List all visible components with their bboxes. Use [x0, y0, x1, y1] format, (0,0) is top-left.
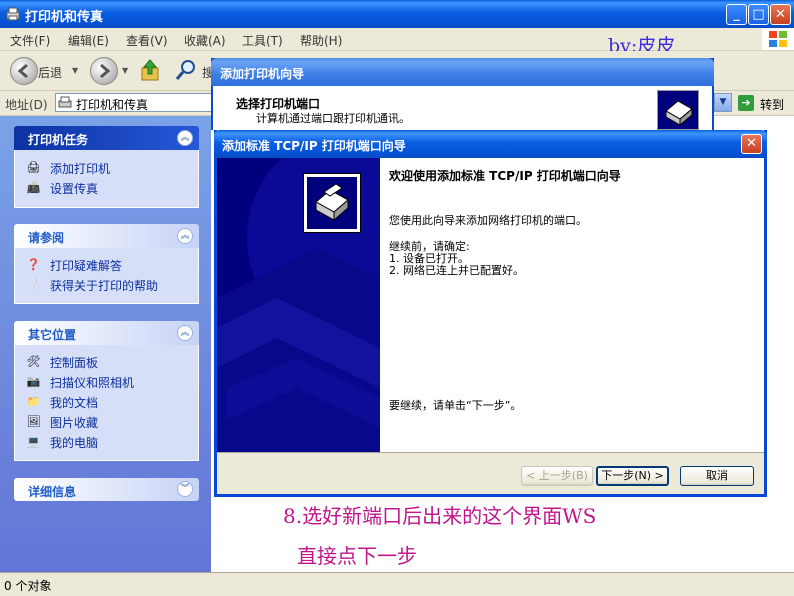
menu-favorites[interactable]: 收藏(A): [184, 32, 226, 49]
collapse-chevron-icon[interactable]: ︽: [177, 130, 193, 146]
go-arrow-icon[interactable]: ➔: [738, 95, 754, 111]
task-troubleshoot[interactable]: 打印疑难解答: [50, 257, 122, 274]
my-computer-icon: 💻: [26, 435, 41, 448]
place-my-pictures[interactable]: 图片收藏: [50, 414, 98, 431]
search-icon[interactable]: [174, 58, 198, 82]
back-button[interactable]: [10, 57, 38, 85]
task-setup-fax[interactable]: 设置传真: [50, 180, 98, 197]
wizard-intro: 您使用此向导来添加网络打印机的端口。: [389, 214, 587, 227]
add-printer-wizard-subheading: 计算机通过端口跟打印机通讯。: [256, 112, 410, 125]
menu-help[interactable]: 帮助(H): [300, 32, 342, 49]
minimize-button[interactable]: _: [726, 4, 747, 25]
back-dropdown-icon[interactable]: ▼: [72, 66, 78, 75]
place-my-documents[interactable]: 我的文档: [50, 394, 98, 411]
status-bar: [0, 572, 794, 596]
address-value: 打印机和传真: [76, 98, 149, 112]
address-label: 地址(D): [5, 98, 48, 112]
add-printer-wizard-title: 添加打印机向导: [220, 67, 305, 81]
tcpip-wizard-title: 添加标准 TCP/IP 打印机端口向导: [222, 139, 406, 153]
tcpip-wizard-close-button[interactable]: ✕: [741, 134, 762, 154]
address-dropdown-button[interactable]: ▼: [714, 93, 732, 112]
menu-file[interactable]: 文件(F): [10, 32, 50, 49]
collapse-chevron-icon[interactable]: ︽: [177, 228, 193, 244]
place-control-panel[interactable]: 控制面板: [50, 354, 98, 371]
details-title: 详细信息: [28, 485, 77, 499]
wizard-separator: [217, 452, 764, 453]
up-folder-icon[interactable]: [139, 58, 161, 82]
other-places-body: [14, 345, 199, 461]
add-printer-icon: 🖨: [26, 161, 41, 174]
back-arrow-icon: [17, 63, 28, 79]
help-question-icon: ❓: [26, 258, 41, 271]
tcpip-printer-icon: [303, 173, 361, 233]
forward-button[interactable]: [90, 57, 118, 85]
forward-arrow-icon: [100, 63, 111, 79]
printer-tasks-header[interactable]: 打印机任务: [14, 126, 199, 150]
other-places-title: 其它位置: [28, 328, 77, 342]
menu-tools[interactable]: 工具(T): [242, 32, 283, 49]
menu-view[interactable]: 查看(V): [126, 32, 168, 49]
my-pictures-icon: 🖼: [26, 415, 41, 428]
task-add-printer[interactable]: 添加打印机: [50, 160, 110, 177]
window-title: 打印机和传真: [25, 10, 104, 25]
my-documents-icon: 📁: [26, 395, 41, 408]
menu-edit[interactable]: 编辑(E): [68, 32, 109, 49]
place-my-computer[interactable]: 我的电脑: [50, 434, 98, 451]
expand-chevron-icon[interactable]: ︾: [177, 481, 193, 497]
collapse-chevron-icon[interactable]: ︽: [177, 325, 193, 341]
printer-tasks-body: [14, 150, 199, 208]
printer-fax-icon: [5, 6, 21, 22]
fax-setup-icon: 📠: [26, 181, 41, 194]
window-titlebar[interactable]: [0, 0, 794, 28]
see-also-header[interactable]: 请参阅: [14, 224, 199, 248]
task-print-help[interactable]: 获得关于打印的帮助: [50, 277, 158, 294]
windows-logo-icon: [762, 28, 794, 50]
printer-wizard-icon: [657, 90, 699, 130]
cancel-button[interactable]: 取消: [680, 466, 754, 486]
other-places-header[interactable]: 其它位置: [14, 321, 199, 345]
status-text: 0 个对象: [4, 579, 52, 593]
control-panel-icon: 🛠: [26, 355, 41, 368]
details-header[interactable]: 详细信息: [14, 478, 199, 501]
back-label: 后退: [38, 66, 63, 80]
wizard-heading: 欢迎使用添加标准 TCP/IP 打印机端口向导: [389, 169, 621, 183]
close-button[interactable]: ✕: [770, 4, 791, 25]
scanner-camera-icon: 📷: [26, 375, 41, 388]
wizard-step-2: 2. 网络已连上并已配置好。: [389, 264, 524, 277]
help-circle-icon: ❔: [26, 278, 41, 291]
annotation-line-2: 直接点下一步: [297, 544, 417, 568]
wizard-continue: 要继续，请单击“下一步”。: [389, 399, 522, 412]
printer-tasks-title: 打印机任务: [28, 133, 89, 147]
back-step-button[interactable]: < 上一步(B): [521, 466, 593, 486]
see-also-title: 请参阅: [28, 231, 65, 245]
annotation-line-1: 8.选好新端口后出来的这个界面WS: [283, 504, 597, 528]
forward-dropdown-icon[interactable]: ▼: [122, 66, 128, 75]
next-step-button[interactable]: 下一步(N) >: [596, 466, 669, 486]
place-scanners-cameras[interactable]: 扫描仪和照相机: [50, 374, 134, 391]
printer-small-icon: [58, 96, 72, 110]
maximize-button[interactable]: □: [748, 4, 769, 25]
go-label[interactable]: 转到: [760, 96, 784, 113]
